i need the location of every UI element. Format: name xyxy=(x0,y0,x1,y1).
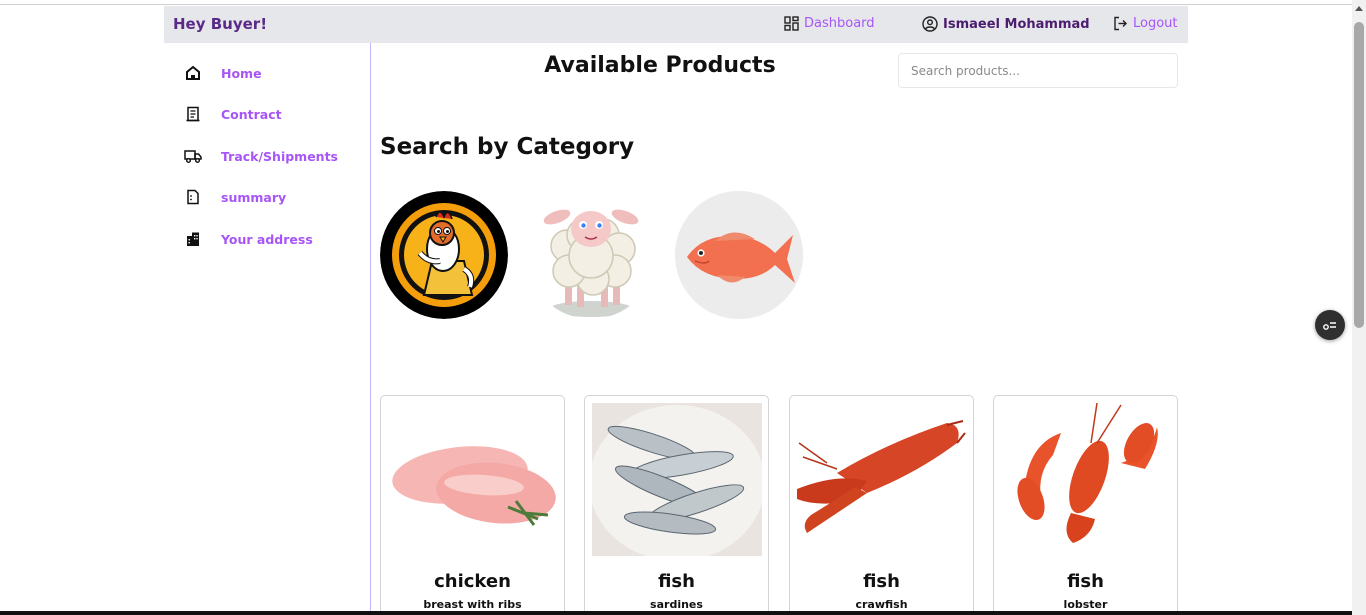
product-name: fish xyxy=(863,571,900,592)
sidebar-item-home[interactable]: Home xyxy=(184,64,262,82)
page-title: Available Products xyxy=(544,53,776,78)
sidebar-item-label: Track/Shipments xyxy=(221,148,338,164)
search-products-input[interactable] xyxy=(898,53,1178,88)
sidebar-item-label: Home xyxy=(221,65,262,81)
product-name: fish xyxy=(1067,571,1104,592)
top-header: Hey Buyer! Dashboard Ismaeel Mohammad Lo… xyxy=(164,6,1188,43)
dashboard-icon xyxy=(784,16,799,31)
user-circle-icon xyxy=(922,16,938,32)
product-description: crawfish xyxy=(855,598,908,611)
chicken-breast-image xyxy=(388,403,558,556)
product-name: chicken xyxy=(434,571,511,592)
dashboard-label: Dashboard xyxy=(804,16,875,31)
user-name: Ismaeel Mohammad xyxy=(943,16,1090,32)
category-sheep[interactable] xyxy=(527,191,655,319)
product-name: fish xyxy=(658,571,695,592)
product-description: lobster xyxy=(1063,598,1108,611)
sheep-cartoon-icon xyxy=(527,191,655,319)
page-scrollbar[interactable] xyxy=(1352,0,1366,615)
category-chicken[interactable] xyxy=(380,191,508,319)
category-fish[interactable] xyxy=(675,191,803,319)
sidebar-item-label: Contract xyxy=(221,106,282,122)
product-card-crawfish[interactable]: fish crawfish xyxy=(789,395,974,615)
chicken-mascot-icon xyxy=(380,191,508,319)
user-profile-link[interactable]: Ismaeel Mohammad xyxy=(922,16,1090,32)
sidebar-item-label: Your address xyxy=(221,231,313,247)
home-icon xyxy=(184,64,202,82)
sidebar-item-track-shipments[interactable]: Track/Shipments xyxy=(184,147,338,165)
logout-label: Logout xyxy=(1133,16,1178,31)
product-card-lobster[interactable]: fish lobster xyxy=(993,395,1178,615)
product-description: sardines xyxy=(650,598,703,611)
contract-icon xyxy=(184,105,202,123)
red-fish-icon xyxy=(675,191,803,319)
building-icon xyxy=(184,230,202,248)
sidebar-item-label: summary xyxy=(221,189,287,205)
logout-link[interactable]: Logout xyxy=(1113,16,1178,31)
category-heading: Search by Category xyxy=(380,134,635,160)
scroll-up-arrow-icon[interactable] xyxy=(1355,6,1363,11)
truck-icon xyxy=(184,147,202,165)
crawfish-image xyxy=(797,403,967,556)
window-top-border xyxy=(0,4,1352,5)
sidebar-item-contract[interactable]: Contract xyxy=(184,105,282,123)
scrollbar-thumb[interactable] xyxy=(1354,22,1364,328)
logout-icon xyxy=(1114,16,1127,31)
brand-title: Hey Buyer! xyxy=(173,15,268,33)
product-card-sardines[interactable]: fish sardines xyxy=(584,395,769,615)
summary-icon xyxy=(184,188,202,206)
floating-menu-button[interactable] xyxy=(1315,310,1345,340)
product-description: breast with ribs xyxy=(423,598,522,611)
sidebar: Home Contract Track/Shipments summary Yo… xyxy=(164,43,371,615)
product-card-chicken-breast[interactable]: chicken breast with ribs xyxy=(380,395,565,615)
sidebar-item-your-address[interactable]: Your address xyxy=(184,230,313,248)
dashboard-link[interactable]: Dashboard xyxy=(784,16,875,31)
taskbar-edge xyxy=(0,611,1352,615)
lobster-image xyxy=(1001,403,1171,556)
sardines-image xyxy=(592,403,762,556)
sidebar-item-summary[interactable]: summary xyxy=(184,188,286,206)
settings-list-icon xyxy=(1323,322,1336,330)
